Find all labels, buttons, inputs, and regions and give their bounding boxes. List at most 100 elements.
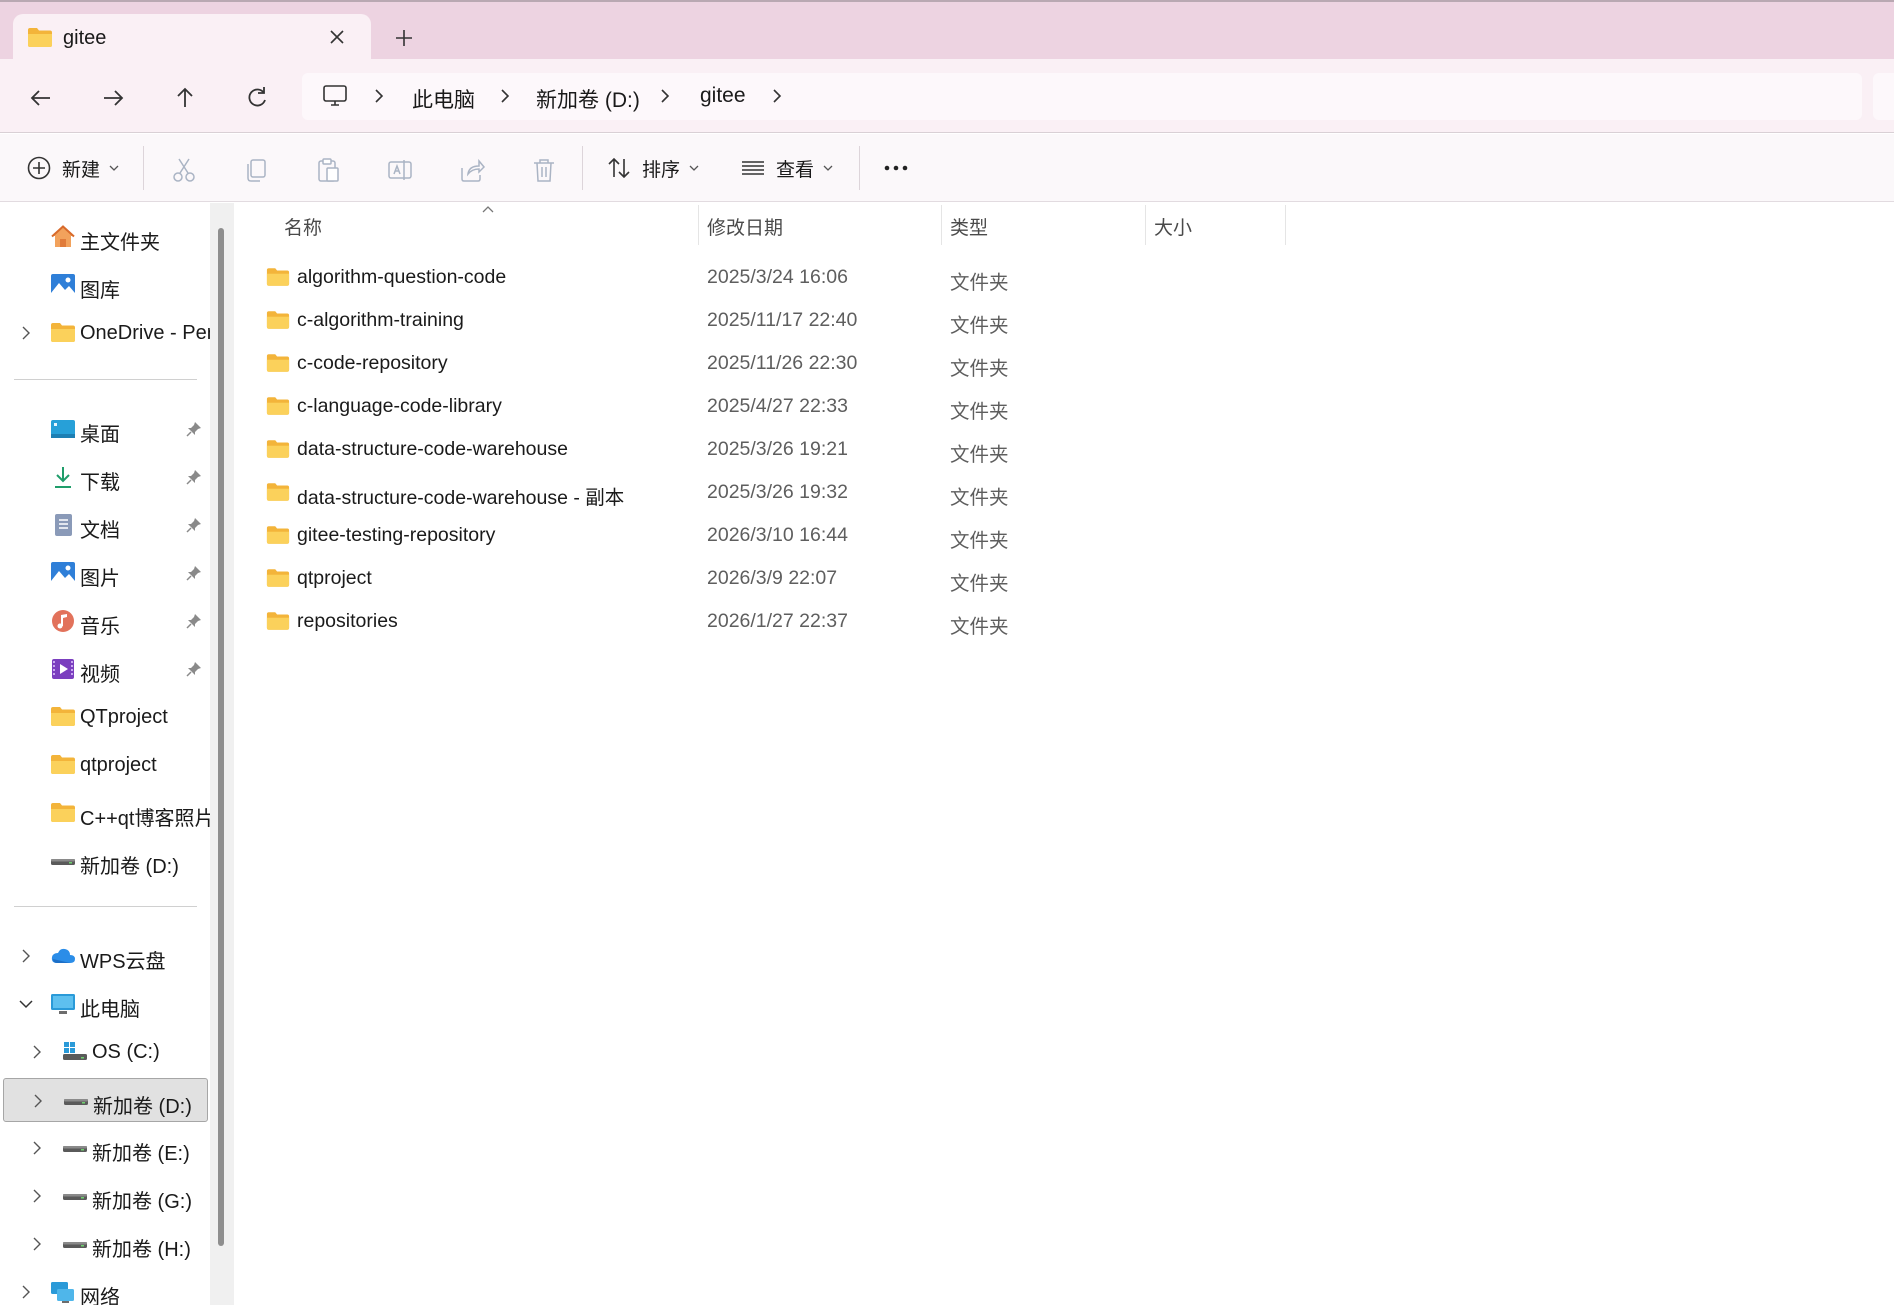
chevron-right-icon[interactable] bbox=[496, 87, 514, 105]
sidebar-item-wps-cloud[interactable]: WPS云盘 bbox=[0, 934, 208, 978]
sidebar-item-network[interactable]: 网络 bbox=[0, 1270, 208, 1305]
breadcrumb-this-pc[interactable]: 此电脑 bbox=[412, 84, 475, 114]
sidebar-item-label: 新加卷 (D:) bbox=[80, 856, 179, 878]
folder-icon bbox=[50, 801, 76, 825]
table-row[interactable]: c-algorithm-training 2025/11/17 22:40 文件… bbox=[250, 299, 1450, 342]
sidebar-scrollbar-thumb[interactable] bbox=[218, 228, 224, 1246]
sidebar-item-pictures[interactable]: 图片 bbox=[0, 551, 208, 595]
chevron-right-icon[interactable] bbox=[28, 1139, 46, 1157]
cut-icon[interactable] bbox=[170, 156, 198, 184]
column-separator[interactable] bbox=[941, 205, 942, 245]
chevron-right-icon[interactable] bbox=[28, 1043, 46, 1061]
more-icon bbox=[880, 152, 912, 184]
table-row[interactable]: c-language-code-library 2025/4/27 22:33 … bbox=[250, 385, 1450, 428]
sidebar-item-os-c[interactable]: OS (C:) bbox=[0, 1030, 208, 1074]
pin-icon[interactable] bbox=[186, 661, 202, 677]
close-icon[interactable] bbox=[326, 26, 348, 48]
sidebar-item-label: 主文件夹 bbox=[80, 232, 160, 254]
file-date: 2026/1/27 22:37 bbox=[707, 610, 848, 632]
sidebar-item-drive-d-pinned[interactable]: 新加卷 (D:) bbox=[0, 839, 208, 883]
windows-drive-icon bbox=[62, 1040, 88, 1064]
new-button[interactable]: 新建 bbox=[26, 152, 120, 184]
sidebar-item-home[interactable]: 主文件夹 bbox=[0, 215, 208, 259]
pin-icon[interactable] bbox=[186, 469, 202, 485]
sidebar-item-this-pc[interactable]: 此电脑 bbox=[0, 982, 208, 1026]
chevron-right-icon[interactable] bbox=[768, 87, 786, 105]
tab-gitee[interactable]: gitee bbox=[13, 14, 371, 61]
pin-icon[interactable] bbox=[186, 421, 202, 437]
column-header-name[interactable]: 名称 bbox=[284, 213, 322, 240]
table-row[interactable]: data-structure-code-warehouse 2025/3/26 … bbox=[250, 428, 1450, 471]
table-row[interactable]: qtproject 2026/3/9 22:07 文件夹 bbox=[250, 557, 1450, 600]
column-separator[interactable] bbox=[698, 205, 699, 245]
chevron-right-icon[interactable] bbox=[17, 1283, 35, 1301]
up-arrow-icon[interactable] bbox=[170, 83, 200, 113]
navigation-pane: 主文件夹 图库 OneDrive - Per 桌面 下载 文档 图片 音乐 视频… bbox=[0, 203, 210, 1305]
sidebar-item-documents[interactable]: 文档 bbox=[0, 503, 208, 547]
table-row[interactable]: c-code-repository 2025/11/26 22:30 文件夹 bbox=[250, 342, 1450, 385]
table-row[interactable]: algorithm-question-code 2025/3/24 16:06 … bbox=[250, 256, 1450, 299]
delete-icon[interactable] bbox=[530, 156, 558, 184]
table-row[interactable]: repositories 2026/1/27 22:37 文件夹 bbox=[250, 600, 1450, 643]
chevron-down-icon bbox=[688, 162, 700, 174]
pin-icon[interactable] bbox=[186, 517, 202, 533]
column-header-date[interactable]: 修改日期 bbox=[707, 213, 783, 240]
gallery-icon bbox=[50, 273, 76, 297]
document-icon bbox=[50, 513, 76, 537]
sidebar-item-cpp-qt-photos[interactable]: C++qt博客照片 bbox=[0, 791, 210, 835]
file-name: algorithm-question-code bbox=[297, 266, 507, 288]
sort-button[interactable]: 排序 bbox=[606, 152, 700, 184]
pin-icon[interactable] bbox=[186, 565, 202, 581]
refresh-icon[interactable] bbox=[242, 83, 272, 113]
more-options-button[interactable] bbox=[880, 152, 912, 184]
address-bar[interactable]: 此电脑 新加卷 (D:) gitee bbox=[302, 73, 1862, 120]
sidebar-item-downloads[interactable]: 下载 bbox=[0, 455, 208, 499]
forward-arrow-icon[interactable] bbox=[98, 83, 128, 113]
column-header-size[interactable]: 大小 bbox=[1154, 213, 1192, 240]
table-row[interactable]: gitee-testing-repository 2026/3/10 16:44… bbox=[250, 514, 1450, 557]
view-button[interactable]: 查看 bbox=[740, 152, 834, 184]
copy-icon[interactable] bbox=[242, 156, 270, 184]
column-separator[interactable] bbox=[1285, 205, 1286, 245]
sort-ascending-icon bbox=[480, 203, 496, 215]
search-box[interactable] bbox=[1873, 73, 1894, 120]
sidebar-item-drive-g[interactable]: 新加卷 (G:) bbox=[0, 1174, 208, 1218]
chevron-right-icon[interactable] bbox=[29, 1092, 47, 1110]
pin-icon[interactable] bbox=[186, 613, 202, 629]
breadcrumb-gitee[interactable]: gitee bbox=[700, 84, 746, 108]
sidebar-item-onedrive[interactable]: OneDrive - Per bbox=[0, 311, 210, 355]
file-date: 2025/11/26 22:30 bbox=[707, 352, 858, 374]
chevron-right-icon[interactable] bbox=[656, 87, 674, 105]
back-arrow-icon[interactable] bbox=[26, 83, 56, 113]
chevron-down-icon[interactable] bbox=[17, 995, 35, 1013]
share-icon[interactable] bbox=[458, 156, 486, 184]
chevron-right-icon[interactable] bbox=[17, 947, 35, 965]
sidebar-item-videos[interactable]: 视频 bbox=[0, 647, 208, 691]
column-header-type[interactable]: 类型 bbox=[950, 213, 988, 240]
new-label: 新建 bbox=[62, 159, 101, 181]
plus-icon[interactable] bbox=[392, 26, 416, 50]
paste-icon[interactable] bbox=[314, 156, 342, 184]
column-separator[interactable] bbox=[1145, 205, 1146, 245]
file-date: 2026/3/10 16:44 bbox=[707, 524, 848, 546]
file-type: 文件夹 bbox=[950, 444, 1009, 466]
sidebar-item-label: OS (C:) bbox=[92, 1041, 160, 1063]
sidebar-item-qtproject[interactable]: qtproject bbox=[0, 743, 208, 787]
sidebar-item-desktop[interactable]: 桌面 bbox=[0, 407, 208, 451]
chevron-right-icon[interactable] bbox=[370, 87, 388, 105]
chevron-right-icon[interactable] bbox=[28, 1235, 46, 1253]
rename-icon[interactable] bbox=[386, 156, 414, 184]
chevron-right-icon[interactable] bbox=[17, 324, 35, 342]
sidebar-item-qtproject-upper[interactable]: QTproject bbox=[0, 695, 208, 739]
sidebar-item-drive-e[interactable]: 新加卷 (E:) bbox=[0, 1126, 208, 1170]
breadcrumb-drive-d[interactable]: 新加卷 (D:) bbox=[536, 84, 640, 114]
sidebar-item-drive-d[interactable]: 新加卷 (D:) bbox=[3, 1078, 208, 1122]
table-row[interactable]: data-structure-code-warehouse - 副本 2025/… bbox=[250, 471, 1450, 514]
folder-icon bbox=[266, 567, 290, 588]
sidebar-item-gallery[interactable]: 图库 bbox=[0, 263, 208, 307]
monitor-icon[interactable] bbox=[322, 84, 348, 108]
chevron-right-icon[interactable] bbox=[28, 1187, 46, 1205]
sidebar-item-music[interactable]: 音乐 bbox=[0, 599, 208, 643]
sidebar-item-drive-h[interactable]: 新加卷 (H:) bbox=[0, 1222, 208, 1266]
download-icon bbox=[50, 465, 76, 489]
